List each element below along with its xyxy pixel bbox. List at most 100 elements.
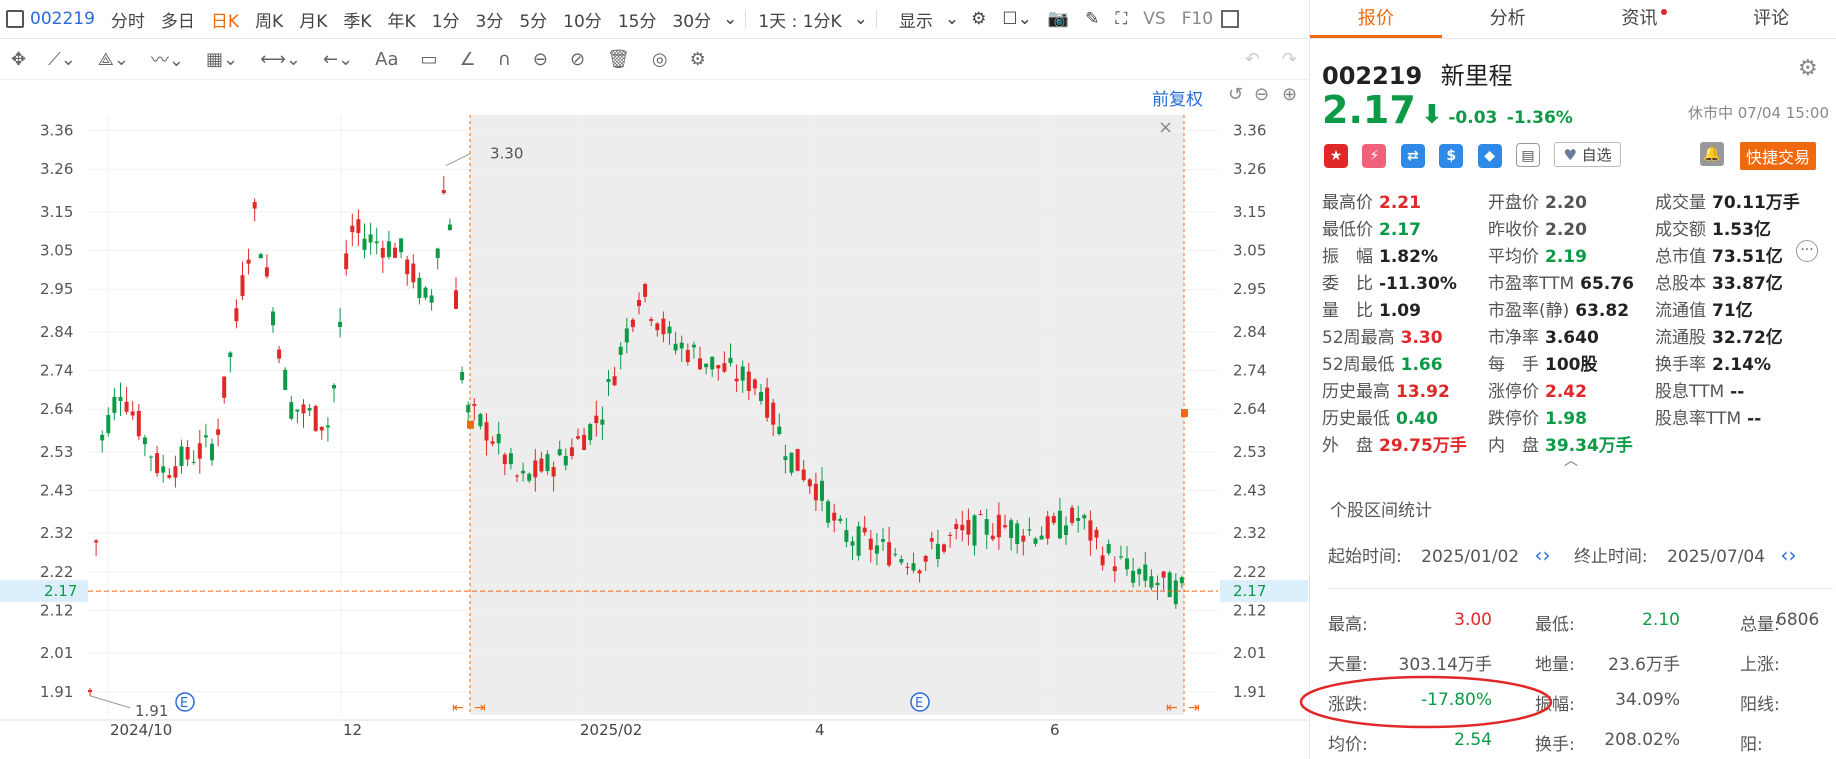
more-icon[interactable]: ··· bbox=[1796, 240, 1818, 262]
candle-body bbox=[978, 514, 983, 516]
stat-item: 最低价 2.17 bbox=[1322, 215, 1421, 240]
period-tab[interactable]: 10分 bbox=[555, 7, 610, 32]
candle-body bbox=[454, 290, 458, 309]
tab-comments[interactable]: 评论 bbox=[1705, 0, 1836, 38]
divider bbox=[875, 10, 877, 28]
gear-icon[interactable]: ⚙ bbox=[1798, 56, 1818, 81]
stat-label: 最高价 bbox=[1322, 193, 1373, 213]
tab-news[interactable]: 资讯 bbox=[1574, 0, 1706, 38]
panel-toggle-icon[interactable] bbox=[1221, 10, 1240, 28]
stat-value: -- bbox=[1747, 409, 1762, 429]
bell-icon[interactable]: 🔔 bbox=[1700, 142, 1724, 166]
candle-body bbox=[661, 318, 666, 335]
end-stepper-icon[interactable]: ‹› bbox=[1780, 543, 1796, 567]
period-tab[interactable]: 分时 bbox=[103, 7, 153, 32]
candle-body bbox=[252, 202, 257, 209]
chart-area[interactable]: 3.36 3.36 3.26 3.26 3.15 3.15 3.05 3.05 2.95 2.95… bbox=[0, 80, 1308, 759]
document-icon[interactable]: ▤ bbox=[1516, 143, 1541, 167]
shuffle-icon[interactable]: ⇄ bbox=[1400, 144, 1425, 168]
collapse-icon[interactable]: ︿ bbox=[1564, 450, 1578, 470]
line-tool-icon[interactable]: ⟋⌄ bbox=[48, 49, 76, 70]
sidebar-toggle-icon[interactable] bbox=[6, 10, 24, 28]
period-tab[interactable]: 周K bbox=[247, 7, 291, 32]
end-time-value[interactable]: 2025/07/04 bbox=[1667, 547, 1765, 567]
period-tab[interactable]: 5分 bbox=[511, 7, 555, 32]
comment-tool-icon[interactable]: ▭ bbox=[421, 49, 438, 70]
drag-handle-icon: ⇤ bbox=[1166, 700, 1178, 716]
tab-quote[interactable]: 报价 bbox=[1310, 0, 1442, 38]
range-label: 换手: bbox=[1535, 735, 1575, 755]
event-label: E bbox=[915, 696, 923, 711]
quick-trade-button[interactable]: 快捷交易 bbox=[1740, 142, 1817, 170]
redo-icon[interactable]: ↷ bbox=[1282, 49, 1297, 70]
stock-code[interactable]: 002219 bbox=[24, 9, 103, 29]
text-tool-icon[interactable]: Aa bbox=[375, 49, 398, 70]
period-tab[interactable]: 年K bbox=[380, 7, 424, 32]
chevron-down-icon[interactable]: ⌄ bbox=[719, 9, 741, 29]
display-menu[interactable]: 显示 bbox=[891, 7, 941, 32]
stat-item: 换手率 2.14% bbox=[1655, 350, 1771, 375]
stat-label: 市盈率TTM bbox=[1488, 274, 1575, 294]
period-tab[interactable]: 月K bbox=[291, 7, 335, 32]
hide-icon[interactable]: ⊘ bbox=[570, 49, 585, 70]
fib-tool-icon[interactable]: ▦⌄ bbox=[206, 49, 238, 70]
candle-body bbox=[435, 248, 440, 258]
period-tab[interactable]: 日K bbox=[203, 7, 247, 32]
stat-value: 39.34万手 bbox=[1545, 436, 1633, 456]
start-time-value[interactable]: 2025/01/02 bbox=[1421, 547, 1519, 567]
candle-body bbox=[1057, 510, 1062, 539]
flash-icon[interactable]: ⚡ bbox=[1362, 144, 1387, 168]
candle-body bbox=[905, 566, 910, 568]
wave-tool-icon[interactable]: 〰⌄ bbox=[151, 46, 184, 72]
measure-tool-icon[interactable]: ⟷⌄ bbox=[260, 49, 301, 70]
period-select[interactable]: 1天 : 1分K bbox=[750, 7, 849, 32]
lock-icon[interactable]: ⊖ bbox=[533, 49, 548, 70]
candlestick-chart[interactable]: 3.36 3.36 3.26 3.26 3.15 3.15 3.05 3.05 2.95 2.95… bbox=[0, 80, 1308, 759]
period-tab[interactable]: 3分 bbox=[468, 7, 512, 32]
candle-body bbox=[1051, 516, 1056, 523]
start-stepper-icon[interactable]: ‹› bbox=[1535, 543, 1551, 567]
fullscreen-icon[interactable]: ⛶ bbox=[1107, 9, 1135, 29]
period-tab[interactable]: 多日 bbox=[153, 7, 203, 32]
dollar-icon[interactable]: $ bbox=[1439, 144, 1464, 168]
move-icon[interactable]: ✥ bbox=[11, 49, 26, 70]
arrow-tool-icon[interactable]: ←⌄ bbox=[323, 49, 353, 70]
magnet-icon[interactable]: ∩ bbox=[498, 49, 511, 70]
stat-label: 流通股 bbox=[1655, 328, 1706, 348]
chevron-down-icon[interactable]: ⌄ bbox=[941, 9, 963, 29]
undo-icon[interactable]: ↶ bbox=[1245, 49, 1260, 70]
tag-icon[interactable]: ◆ bbox=[1477, 144, 1502, 168]
period-tab[interactable]: 15分 bbox=[610, 7, 665, 32]
zoom-out-icon[interactable]: ⊖ bbox=[1254, 84, 1269, 105]
china-flag-icon[interactable]: ★ bbox=[1324, 144, 1348, 168]
period-tab[interactable]: 1分 bbox=[424, 7, 468, 32]
zoom-in-icon[interactable]: ⊕ bbox=[1282, 84, 1297, 105]
vs-button[interactable]: VS bbox=[1135, 9, 1173, 29]
candle-body bbox=[508, 453, 513, 465]
y-tick-right: 3.05 bbox=[1233, 241, 1266, 259]
pencil-icon[interactable]: ✎ bbox=[1077, 9, 1107, 29]
candle-body bbox=[691, 344, 696, 348]
period-tab[interactable]: 季K bbox=[335, 7, 379, 32]
polyline-tool-icon[interactable]: ⟁⌄ bbox=[98, 49, 129, 70]
add-watchlist-button[interactable]: ♥ 自选 bbox=[1554, 142, 1621, 167]
candle-body bbox=[911, 563, 916, 571]
square-icon[interactable]: ☐⌄ bbox=[994, 9, 1039, 29]
period-tab[interactable]: 30分 bbox=[664, 7, 719, 32]
candle-body bbox=[948, 534, 953, 536]
tab-analysis[interactable]: 分析 bbox=[1442, 0, 1574, 38]
trash-icon[interactable]: 🗑 bbox=[607, 49, 630, 70]
restore-toggle[interactable]: 前复权 bbox=[1152, 85, 1203, 110]
chevron-down-icon[interactable]: ⌄ bbox=[850, 9, 872, 29]
candle-body bbox=[1179, 577, 1184, 584]
eye-icon[interactable]: ◎ bbox=[652, 49, 668, 70]
reset-icon[interactable]: ↺ bbox=[1228, 84, 1243, 105]
gear-icon[interactable]: ⚙ bbox=[963, 9, 994, 29]
close-selection-icon[interactable]: × bbox=[1158, 117, 1173, 138]
settings-icon[interactable]: ⚙ bbox=[690, 49, 706, 70]
candle-body bbox=[1039, 535, 1044, 540]
camera-icon[interactable]: 📷 bbox=[1040, 9, 1077, 29]
ruler-icon[interactable]: ∠ bbox=[460, 49, 476, 70]
f10-button[interactable]: F10 bbox=[1174, 9, 1221, 29]
y-tick-left: 3.36 bbox=[40, 121, 73, 139]
